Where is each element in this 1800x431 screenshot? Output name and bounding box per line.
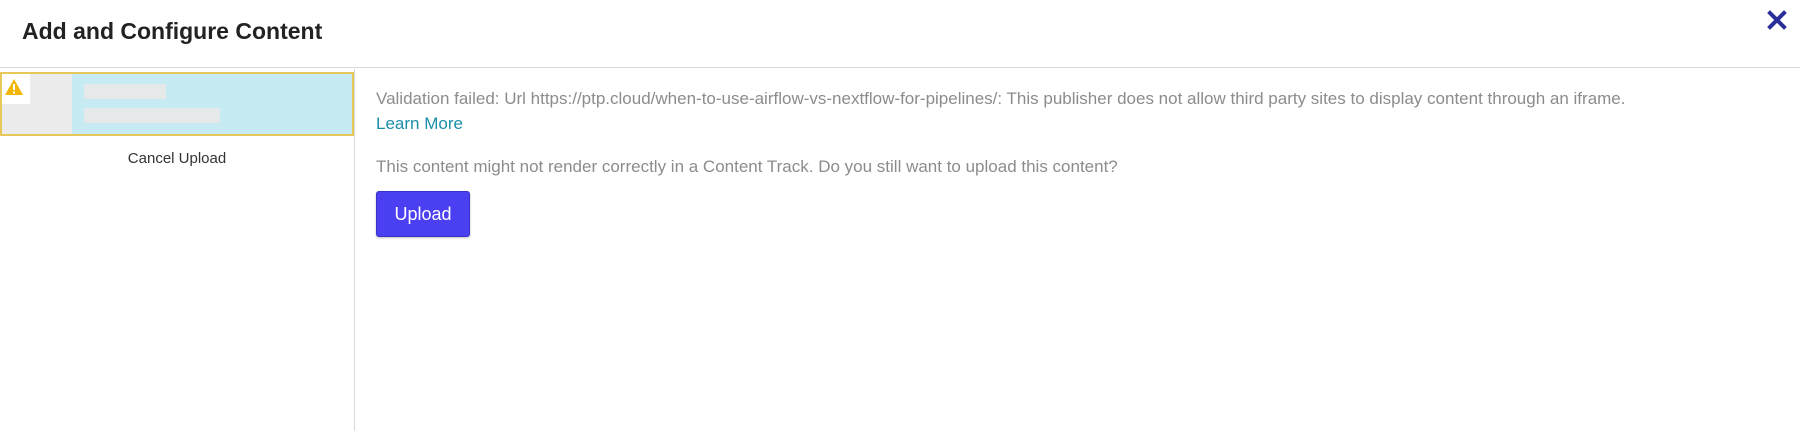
upload-button[interactable]: Upload xyxy=(376,191,470,237)
cancel-upload-link[interactable]: Cancel Upload xyxy=(0,150,354,167)
upload-sidebar: Cancel Upload xyxy=(0,69,355,431)
add-configure-content-modal: Add and Configure Content Cancel Upload xyxy=(0,0,1800,431)
content-url-placeholder xyxy=(84,108,220,123)
modal-title: Add and Configure Content xyxy=(22,18,323,44)
upload-confirm-question: This content might not render correctly … xyxy=(376,157,1118,176)
learn-more-link[interactable]: Learn More xyxy=(376,114,463,134)
validation-panel: Validation failed: Url https://ptp.cloud… xyxy=(376,84,1766,237)
content-title-placeholder xyxy=(84,84,166,99)
modal-header: Add and Configure Content xyxy=(0,0,1800,68)
close-icon[interactable] xyxy=(1766,9,1788,31)
warning-icon xyxy=(5,79,23,95)
upload-list-item[interactable] xyxy=(0,72,354,136)
content-thumbnail xyxy=(2,74,72,134)
validation-message: Validation failed: Url https://ptp.cloud… xyxy=(376,89,1626,108)
thumbnail-badge xyxy=(2,74,30,104)
